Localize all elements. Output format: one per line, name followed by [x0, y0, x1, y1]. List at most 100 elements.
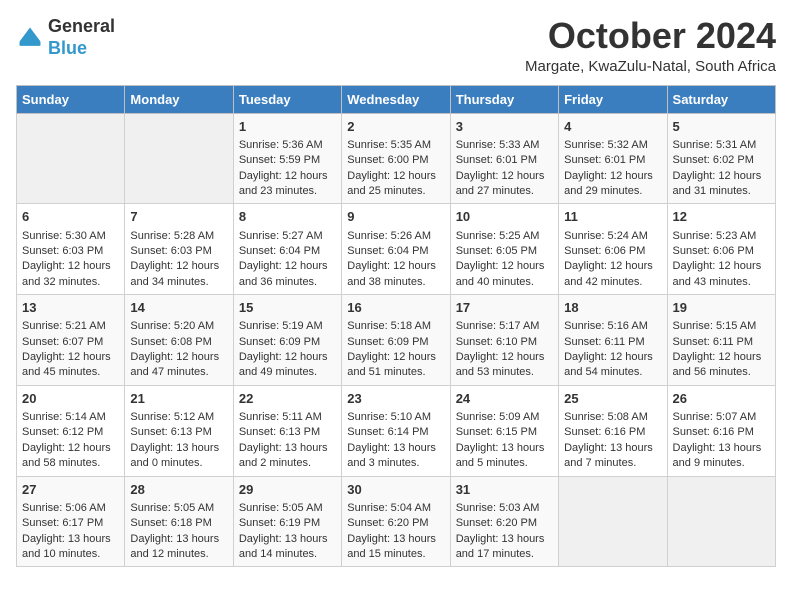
logo-general: General	[48, 16, 115, 38]
day-info: and 32 minutes.	[22, 275, 119, 290]
day-info: Sunrise: 5:14 AM	[22, 410, 119, 425]
calendar-cell	[559, 476, 667, 567]
calendar-cell: 4Sunrise: 5:32 AMSunset: 6:01 PMDaylight…	[559, 113, 667, 204]
day-info: Sunset: 6:19 PM	[239, 516, 336, 531]
day-info: Sunset: 6:16 PM	[564, 425, 661, 440]
day-number: 7	[130, 208, 227, 226]
day-info: Daylight: 13 hours	[673, 441, 770, 456]
day-number: 29	[239, 481, 336, 499]
day-info: and 47 minutes.	[130, 365, 227, 380]
day-info: Daylight: 13 hours	[239, 532, 336, 547]
day-info: Daylight: 12 hours	[673, 350, 770, 365]
day-info: and 54 minutes.	[564, 365, 661, 380]
day-info: Sunrise: 5:11 AM	[239, 410, 336, 425]
day-info: Sunset: 6:20 PM	[456, 516, 553, 531]
calendar-cell: 16Sunrise: 5:18 AMSunset: 6:09 PMDayligh…	[342, 295, 450, 386]
calendar-cell: 30 Sunrise: 5:04 AMSunset: 6:20 PMDayligh…	[342, 476, 450, 567]
day-info: and 42 minutes.	[564, 275, 661, 290]
day-info: and 7 minutes.	[564, 456, 661, 471]
calendar-header-thursday: Thursday	[450, 85, 558, 113]
day-info: and 2 minutes.	[239, 456, 336, 471]
calendar-cell: 1Sunrise: 5:36 AMSunset: 5:59 PMDaylight…	[233, 113, 341, 204]
day-info: Sunrise: 5:05 AM	[239, 501, 336, 516]
day-info: Sunset: 6:00 PM	[347, 153, 444, 168]
day-info: Sunrise: 5:23 AM	[673, 229, 770, 244]
day-info: Daylight: 12 hours	[130, 350, 227, 365]
month-title: October 2024	[525, 16, 776, 56]
day-number: 5	[673, 118, 770, 136]
day-info: and 15 minutes.	[347, 547, 444, 562]
day-info: Daylight: 12 hours	[239, 259, 336, 274]
day-info: Sunrise: 5:17 AM	[456, 319, 553, 334]
day-info: Sunset: 6:13 PM	[130, 425, 227, 440]
day-info: Sunset: 6:01 PM	[564, 153, 661, 168]
day-info: Daylight: 13 hours	[347, 441, 444, 456]
day-number: 14	[130, 299, 227, 317]
day-info: Sunrise: 5:18 AM	[347, 319, 444, 334]
day-number: 19	[673, 299, 770, 317]
day-info: Daylight: 12 hours	[347, 169, 444, 184]
calendar-cell: 7Sunrise: 5:28 AMSunset: 6:03 PMDaylight…	[125, 204, 233, 295]
day-info: Sunset: 6:15 PM	[456, 425, 553, 440]
day-info: Sunset: 6:20 PM	[347, 516, 444, 531]
day-info: and 58 minutes.	[22, 456, 119, 471]
day-number: 30	[347, 481, 444, 499]
calendar-week-row: 13Sunrise: 5:21 AMSunset: 6:07 PMDayligh…	[17, 295, 776, 386]
day-number: 12	[673, 208, 770, 226]
calendar-cell: 23Sunrise: 5:10 AMSunset: 6:14 PMDayligh…	[342, 385, 450, 476]
calendar-week-row: 20Sunrise: 5:14 AMSunset: 6:12 PMDayligh…	[17, 385, 776, 476]
day-info: Daylight: 12 hours	[564, 350, 661, 365]
day-number: 28	[130, 481, 227, 499]
day-number: 15	[239, 299, 336, 317]
calendar-cell: 20Sunrise: 5:14 AMSunset: 6:12 PMDayligh…	[17, 385, 125, 476]
calendar-cell: 6Sunrise: 5:30 AMSunset: 6:03 PMDaylight…	[17, 204, 125, 295]
day-info: and 56 minutes.	[673, 365, 770, 380]
calendar-cell: 13Sunrise: 5:21 AMSunset: 6:07 PMDayligh…	[17, 295, 125, 386]
day-info: Sunset: 6:16 PM	[673, 425, 770, 440]
day-info: Sunrise: 5:08 AM	[564, 410, 661, 425]
day-info: Sunrise: 5:06 AM	[22, 501, 119, 516]
calendar-cell: 27Sunrise: 5:06 AMSunset: 6:17 PMDayligh…	[17, 476, 125, 567]
day-info: Sunrise: 5:03 AM	[456, 501, 553, 516]
calendar-cell: 28Sunrise: 5:05 AMSunset: 6:18 PMDayligh…	[125, 476, 233, 567]
calendar-cell: 8Sunrise: 5:27 AMSunset: 6:04 PMDaylight…	[233, 204, 341, 295]
day-info: Sunrise: 5:04 AM	[347, 501, 444, 516]
day-info: Sunset: 6:14 PM	[347, 425, 444, 440]
day-info: and 49 minutes.	[239, 365, 336, 380]
day-info: Daylight: 12 hours	[456, 169, 553, 184]
logo-icon	[16, 24, 44, 52]
day-info: Daylight: 12 hours	[239, 350, 336, 365]
day-info: Sunrise: 5:28 AM	[130, 229, 227, 244]
day-info: Daylight: 12 hours	[673, 259, 770, 274]
calendar-cell: 31Sunrise: 5:03 AMSunset: 6:20 PMDayligh…	[450, 476, 558, 567]
day-info: Sunset: 6:06 PM	[673, 244, 770, 259]
day-info: and 10 minutes.	[22, 547, 119, 562]
day-info: and 3 minutes.	[347, 456, 444, 471]
day-info: Sunrise: 5:33 AM	[456, 138, 553, 153]
day-info: Sunset: 6:03 PM	[130, 244, 227, 259]
day-info: and 36 minutes.	[239, 275, 336, 290]
day-info: Daylight: 13 hours	[456, 532, 553, 547]
day-number: 10	[456, 208, 553, 226]
day-info: and 45 minutes.	[22, 365, 119, 380]
day-info: Daylight: 12 hours	[456, 350, 553, 365]
day-info: and 34 minutes.	[130, 275, 227, 290]
day-info: Daylight: 12 hours	[673, 169, 770, 184]
day-info: and 51 minutes.	[347, 365, 444, 380]
day-info: Daylight: 12 hours	[347, 350, 444, 365]
day-info: Daylight: 13 hours	[347, 532, 444, 547]
calendar-cell: 5Sunrise: 5:31 AMSunset: 6:02 PMDaylight…	[667, 113, 775, 204]
calendar-cell: 25Sunrise: 5:08 AMSunset: 6:16 PMDayligh…	[559, 385, 667, 476]
calendar-cell	[17, 113, 125, 204]
day-info: and 25 minutes.	[347, 184, 444, 199]
calendar-cell: 18Sunrise: 5:16 AMSunset: 6:11 PMDayligh…	[559, 295, 667, 386]
day-info: Daylight: 13 hours	[130, 532, 227, 547]
day-info: Daylight: 12 hours	[347, 259, 444, 274]
calendar-cell: 24Sunrise: 5:09 AMSunset: 6:15 PMDayligh…	[450, 385, 558, 476]
day-number: 13	[22, 299, 119, 317]
day-number: 27	[22, 481, 119, 499]
day-info: Sunrise: 5:26 AM	[347, 229, 444, 244]
calendar-table: SundayMondayTuesdayWednesdayThursdayFrid…	[16, 85, 776, 568]
day-info: Sunset: 6:04 PM	[239, 244, 336, 259]
day-number: 21	[130, 390, 227, 408]
